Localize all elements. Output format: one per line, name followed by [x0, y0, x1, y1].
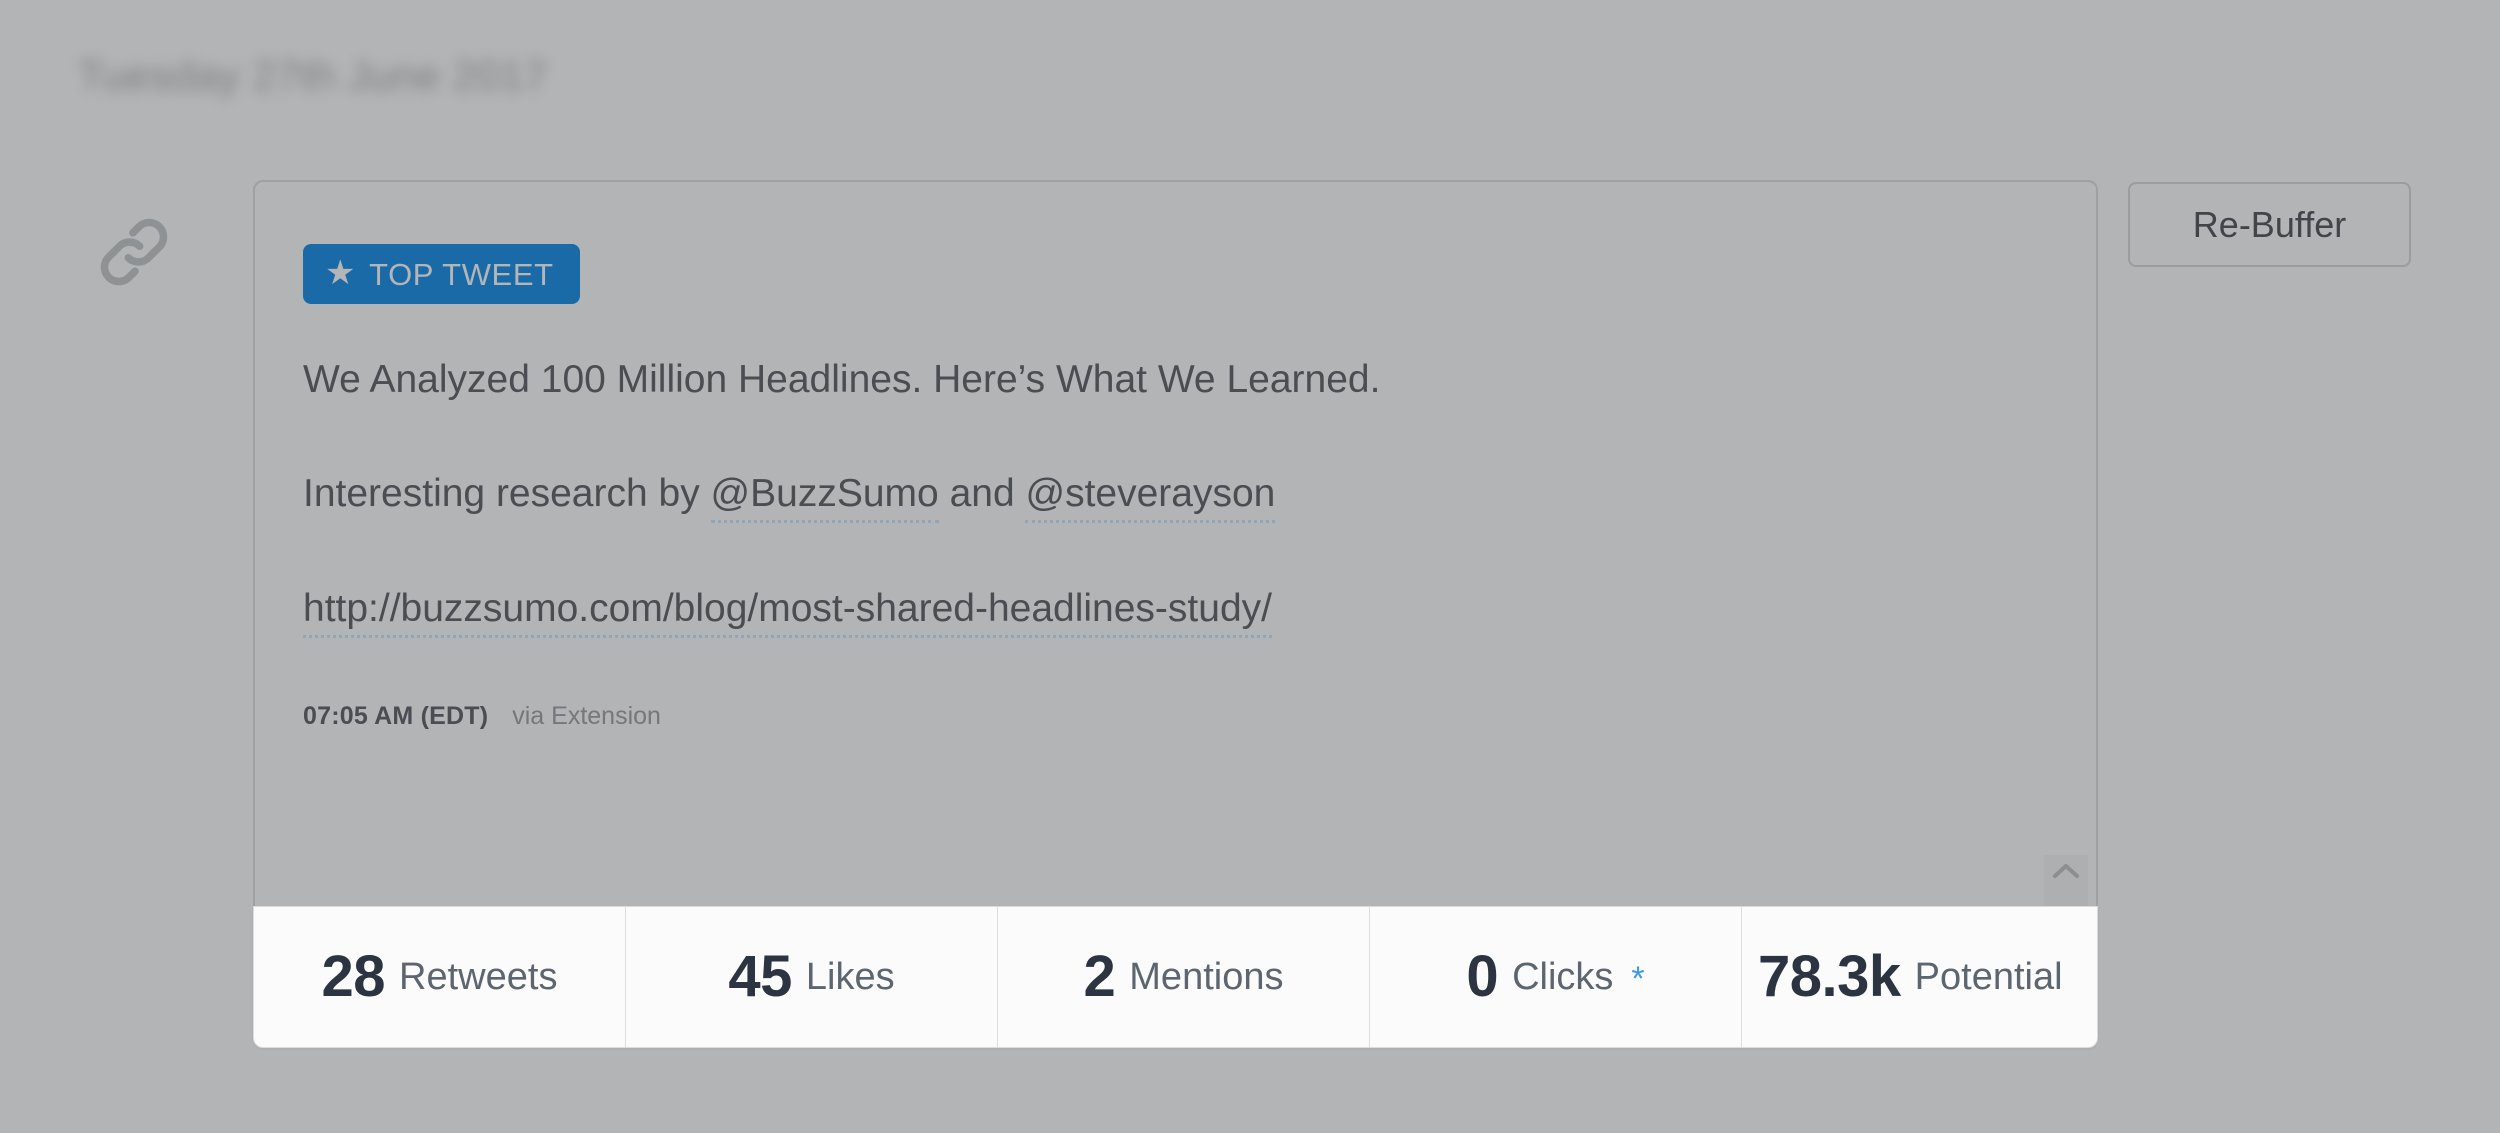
stat-value: 78.3k [1758, 944, 1901, 1009]
top-tweet-badge-label: TOP TWEET [369, 256, 554, 292]
stat-label: Mentions [1129, 956, 1284, 998]
tweet-text-line-2: Interesting research by @BuzzSumo and @s… [303, 472, 2036, 523]
stat-potential: 78.3k Potential [1742, 907, 2097, 1047]
stat-mentions: 2 Mentions [998, 907, 1370, 1047]
tweet-source: via Extension [512, 702, 661, 730]
tweet-meta-row: 07:05 AM (EDT) via Extension [303, 702, 2036, 731]
re-buffer-button[interactable]: Re-Buffer [2128, 182, 2411, 267]
page-date-header: Tuesday 27th June 2017 [78, 52, 548, 99]
stat-value: 0 [1466, 944, 1499, 1009]
tweet-stats-bar: 28 Retweets 45 Likes 2 Mentions 0 Clicks… [253, 906, 2098, 1048]
stat-label: Retweets [399, 956, 558, 998]
stat-clicks: 0 Clicks * [1370, 907, 1742, 1047]
stat-label: Clicks [1512, 956, 1614, 998]
stat-value: 45 [728, 944, 792, 1009]
tweet-link-url[interactable]: http://buzzsumo.com/blog/most-shared-hea… [303, 587, 1272, 638]
mention-steverayson[interactable]: @steverayson [1025, 472, 1276, 523]
stat-likes: 45 Likes [626, 907, 998, 1047]
analytics-page: Tuesday 27th June 2017 ★ TOP TWEET We An… [0, 0, 2500, 1133]
tweet-text-line-3: http://buzzsumo.com/blog/most-shared-hea… [303, 587, 2036, 638]
tweet-text-middle: and [938, 472, 1026, 515]
top-tweet-badge: ★ TOP TWEET [303, 244, 580, 304]
stat-value: 28 [321, 944, 386, 1009]
tweet-text-line-1: We Analyzed 100 Million Headlines. Here’… [303, 358, 1381, 401]
clicks-footnote-asterisk: * [1631, 960, 1645, 998]
mention-buzzsumo[interactable]: @BuzzSumo [710, 472, 939, 523]
stat-label: Likes [805, 956, 895, 998]
chevron-up-icon[interactable] [2051, 861, 2081, 881]
link-chain-icon [78, 196, 190, 308]
stat-value: 2 [1083, 944, 1116, 1009]
stat-label: Potential [1914, 956, 2063, 998]
star-icon: ★ [325, 254, 357, 292]
tweet-timestamp: 07:05 AM (EDT) [303, 702, 489, 730]
stat-retweets: 28 Retweets [254, 907, 626, 1047]
tweet-text-prefix: Interesting research by [303, 472, 711, 515]
